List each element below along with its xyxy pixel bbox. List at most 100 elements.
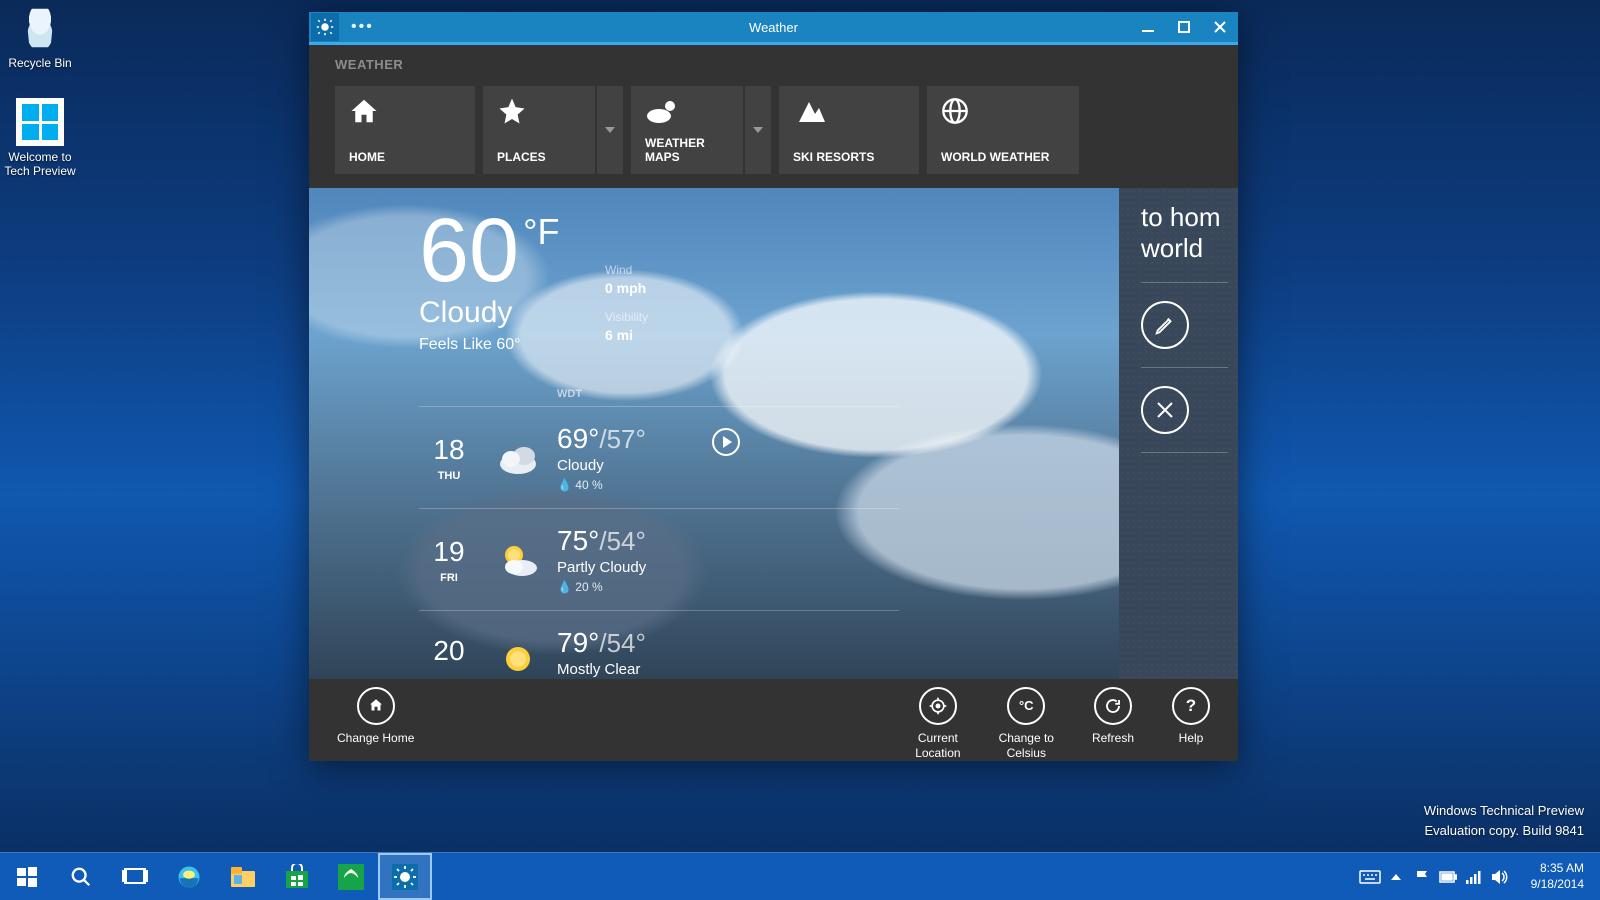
content-area: 60°F Cloudy Feels Like 60° Wind 0 mph Vi… [309,188,1238,679]
minimize-button[interactable] [1130,11,1166,44]
wind-label: Wind [605,263,648,277]
nav-tile-dropdown[interactable] [745,86,771,174]
window-title: Weather [309,20,1238,35]
tray-clock[interactable]: 8:35 AM 9/18/2014 [1521,861,1594,892]
app-icon [311,13,339,41]
forecast-desc: Partly Cloudy [557,559,646,576]
taskbar-xbox[interactable] [324,853,378,900]
watermark: Windows Technical Preview Evaluation cop… [1424,801,1584,840]
nav-tile-dropdown[interactable] [597,86,623,174]
taskbar-explorer[interactable] [216,853,270,900]
forecast-row[interactable]: 20 79°/54°Mostly Clear [419,610,899,679]
tray-volume[interactable] [1487,853,1513,900]
nav-tile-world-weather[interactable]: WORLD WEATHER [927,86,1079,174]
current-temp: 60°F [419,206,560,296]
nav-tile-label: WEATHER MAPS [645,136,729,164]
home-icon [349,96,461,126]
side-heading: world [1141,233,1228,264]
app-menu-ellipsis[interactable]: ••• [351,18,374,36]
desktop-icon-recycle-bin[interactable]: Recycle Bin [0,4,80,70]
desktop-icon-tech-preview[interactable]: Welcome to Tech Preview [0,98,80,178]
taskbar: 8:35 AM 9/18/2014 [0,852,1600,900]
windows-logo-icon [15,865,39,889]
current-location-button[interactable]: Current Location [915,687,960,761]
current-condition: Cloudy [419,296,560,330]
volume-icon [1491,869,1509,885]
cloud-sun-icon [645,96,729,126]
taskbar-taskview[interactable] [108,853,162,900]
tray-battery[interactable] [1435,853,1461,900]
forecast-date: 18 [419,434,479,466]
visibility-label: Visibility [605,310,648,324]
nav-tile-weather-maps[interactable]: WEATHER MAPS [631,86,771,174]
taskbar-weather-app[interactable] [378,853,432,900]
forecast-precip: 💧 40 % [557,478,646,492]
tray-chevron[interactable] [1383,853,1409,900]
app-bar-label: Change to Celsius [999,731,1054,761]
store-icon [284,864,310,890]
chevron-down-icon [753,127,763,133]
forecast-lo: /54° [599,526,646,556]
recycle-bin-icon [16,4,64,52]
watermark-line: Windows Technical Preview [1424,801,1584,821]
close-button[interactable] [1202,11,1238,44]
xbox-icon [338,864,364,890]
desktop-icon-label: Recycle Bin [0,56,80,70]
globe-icon [941,96,1065,126]
signal-icon [1466,870,1482,884]
refresh-icon [1094,687,1132,725]
data-provider: WDT [557,388,899,400]
side-heading: to hom [1141,202,1228,233]
side-action-close[interactable] [1141,386,1228,434]
forecast-hi: 69° [557,423,599,454]
forecast-row[interactable]: 19FRI 75°/54°Partly Cloudy💧 20 % [419,508,899,610]
question-icon: ? [1172,687,1210,725]
maximize-button[interactable] [1166,11,1202,44]
taskbar-ie[interactable] [162,853,216,900]
nav-tile-label: WORLD WEATHER [941,150,1065,164]
nav-bar: WEATHER HOME PLACES WEATHER MAPS [309,45,1238,188]
cloud-icon [479,440,557,476]
nav-section-label: WEATHER [335,57,1174,72]
forecast-date: 20 [419,635,479,667]
nav-tile-label: PLACES [497,150,581,164]
help-button[interactable]: ? Help [1172,687,1210,761]
sun-icon [316,18,334,36]
app-bar-label: Current Location [915,731,960,761]
tray-flag[interactable] [1409,853,1435,900]
pencil-icon [1141,301,1189,349]
change-home-button[interactable]: Change Home [337,687,414,746]
keyboard-icon [1359,870,1381,884]
watermark-line: Evaluation copy. Build 9841 [1424,821,1584,841]
taskbar-search[interactable] [54,853,108,900]
tray-network[interactable] [1461,853,1487,900]
forecast-row[interactable]: 18THU 69°/57°Cloudy💧 40 % [419,406,899,508]
windows-logo-icon [16,98,64,146]
nav-tile-ski-resorts[interactable]: SKI RESORTS [779,86,919,174]
app-bar-label: Refresh [1092,731,1134,746]
clock-time: 8:35 AM [1531,861,1584,877]
weather-window: ••• Weather WEATHER HOME PLACES [309,12,1238,761]
titlebar[interactable]: ••• Weather [309,12,1238,45]
change-to-celsius-button[interactable]: °C Change to Celsius [999,687,1054,761]
wind-value: 0 mph [605,280,648,296]
tray-keyboard[interactable] [1357,853,1383,900]
flag-icon [1414,869,1430,885]
taskbar-store[interactable] [270,853,324,900]
nav-tile-home[interactable]: HOME [335,86,475,174]
mountain-icon [793,96,905,126]
start-button[interactable] [0,853,54,900]
nav-tile-places[interactable]: PLACES [483,86,623,174]
side-action-edit[interactable] [1141,301,1228,349]
search-icon [70,866,92,888]
app-bar: Change Home Current Location °C Change t… [309,679,1238,761]
app-bar-label: Help [1179,731,1204,746]
star-icon [497,96,581,126]
forecast-lo: /54° [599,628,646,658]
home-pin-icon [357,687,395,725]
side-panel: to hom world [1119,188,1238,679]
taskview-icon [122,867,148,887]
close-icon [1141,386,1189,434]
today-panel: 60°F Cloudy Feels Like 60° Wind 0 mph Vi… [309,188,1119,679]
refresh-button[interactable]: Refresh [1092,687,1134,761]
